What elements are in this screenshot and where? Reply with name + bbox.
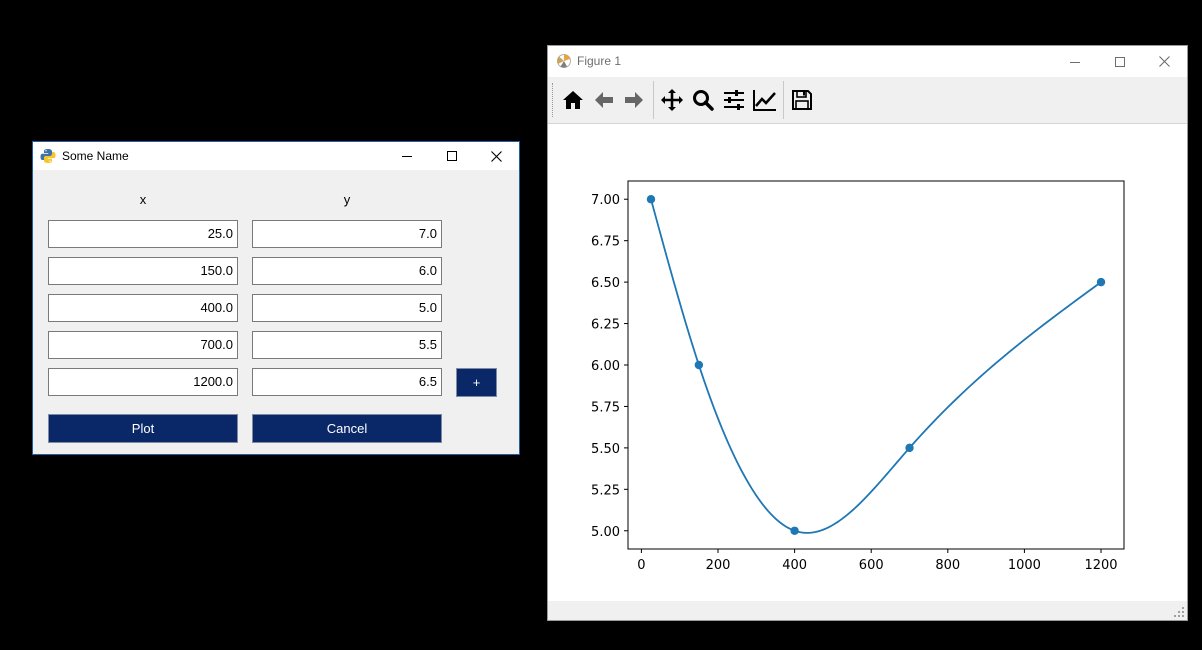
python-logo-icon (40, 148, 56, 167)
toolbar-grip (552, 83, 555, 117)
figure-title: Figure 1 (577, 54, 622, 68)
resize-grip-icon (1174, 607, 1184, 617)
close-icon (1159, 56, 1170, 67)
x-tick-label: 600 (859, 558, 884, 573)
forward-button[interactable] (621, 87, 647, 113)
maximize-button[interactable] (1097, 46, 1142, 77)
add-row-button[interactable]: + (456, 368, 497, 397)
y-tick-label: 6.75 (591, 235, 620, 250)
save-icon (792, 90, 812, 110)
y-input[interactable]: 5.5 (252, 331, 442, 359)
back-arrow-icon (595, 92, 613, 108)
x-tick-label: 0 (637, 558, 645, 573)
home-icon (563, 91, 583, 109)
home-button[interactable] (560, 87, 586, 113)
y-tick-label: 6.50 (591, 276, 620, 291)
edit-axes-button[interactable] (752, 87, 778, 113)
close-button[interactable] (474, 142, 519, 170)
cancel-button[interactable]: Cancel (252, 414, 442, 443)
y-tick-label: 5.25 (591, 483, 620, 498)
data-point (694, 360, 704, 370)
x-tick-label: 400 (782, 558, 807, 573)
matplotlib-logo-icon (556, 53, 572, 72)
toolbar-separator (783, 81, 784, 119)
figure-toolbar (548, 77, 1187, 124)
minimize-button[interactable] (384, 142, 429, 170)
line-chart: 0 200 400 600 800 1000 1200 5.00 5.25 5.50 5.75 6.0… (591, 180, 1125, 573)
y-input[interactable]: 6.0 (252, 257, 442, 285)
data-point (646, 195, 656, 204)
dialog-title: Some Name (62, 149, 129, 163)
dialog-window: Some Name x y 25.0 7.0 150.0 6.0 400.0 5… (32, 141, 520, 455)
column-header-y: y (343, 192, 351, 207)
forward-arrow-icon (625, 92, 643, 108)
configure-subplots-button[interactable] (721, 87, 747, 113)
figure-titlebar[interactable]: Figure 1 (548, 46, 1187, 77)
close-button[interactable] (1142, 46, 1187, 77)
figure-window: Figure 1 0 200 400 600 800 1000 1200 5.0… (547, 45, 1188, 621)
plot-canvas[interactable]: 0 200 400 600 800 1000 1200 5.00 5.25 5.50 5.75 6.0… (548, 124, 1187, 602)
status-bar (548, 601, 1187, 620)
y-tick-label: 6.00 (591, 359, 620, 374)
subplots-icon (724, 90, 744, 110)
x-tick-label: 1200 (1084, 558, 1117, 573)
y-tick-label: 6.25 (591, 318, 620, 333)
back-button[interactable] (591, 87, 617, 113)
y-input[interactable]: 6.5 (252, 368, 442, 396)
data-point (1096, 277, 1106, 287)
pan-button[interactable] (659, 87, 685, 113)
dialog-titlebar[interactable]: Some Name (33, 142, 519, 170)
y-tick-label: 7.00 (591, 193, 620, 208)
y-tick-label: 5.00 (591, 525, 620, 540)
close-icon (491, 150, 502, 162)
pan-icon (661, 89, 683, 111)
minimize-button[interactable] (1052, 46, 1097, 77)
maximize-icon (446, 151, 457, 161)
plot-button[interactable]: Plot (48, 414, 238, 443)
toolbar-separator (653, 81, 654, 119)
minimize-icon (401, 156, 412, 157)
x-input[interactable]: 150.0 (48, 257, 238, 285)
column-header-x: x (139, 192, 147, 207)
x-tick-label: 200 (706, 558, 731, 573)
data-point (790, 526, 799, 535)
zoom-button[interactable] (690, 87, 716, 113)
x-input[interactable]: 25.0 (48, 220, 238, 248)
maximize-icon (1114, 56, 1125, 67)
y-tick-label: 5.75 (591, 400, 620, 415)
y-tick-label: 5.50 (591, 442, 620, 457)
y-input[interactable]: 5.0 (252, 294, 442, 322)
y-input[interactable]: 7.0 (252, 220, 442, 248)
edit-curves-icon (753, 90, 776, 111)
x-tick-label: 1000 (1008, 558, 1041, 573)
x-input[interactable]: 400.0 (48, 294, 238, 322)
x-input[interactable]: 700.0 (48, 331, 238, 359)
zoom-icon (693, 90, 714, 111)
x-tick-label: 800 (935, 558, 960, 573)
minimize-icon (1069, 61, 1080, 63)
save-button[interactable] (789, 87, 815, 113)
data-point (905, 443, 914, 453)
x-input[interactable]: 1200.0 (48, 368, 238, 396)
maximize-button[interactable] (429, 142, 474, 170)
